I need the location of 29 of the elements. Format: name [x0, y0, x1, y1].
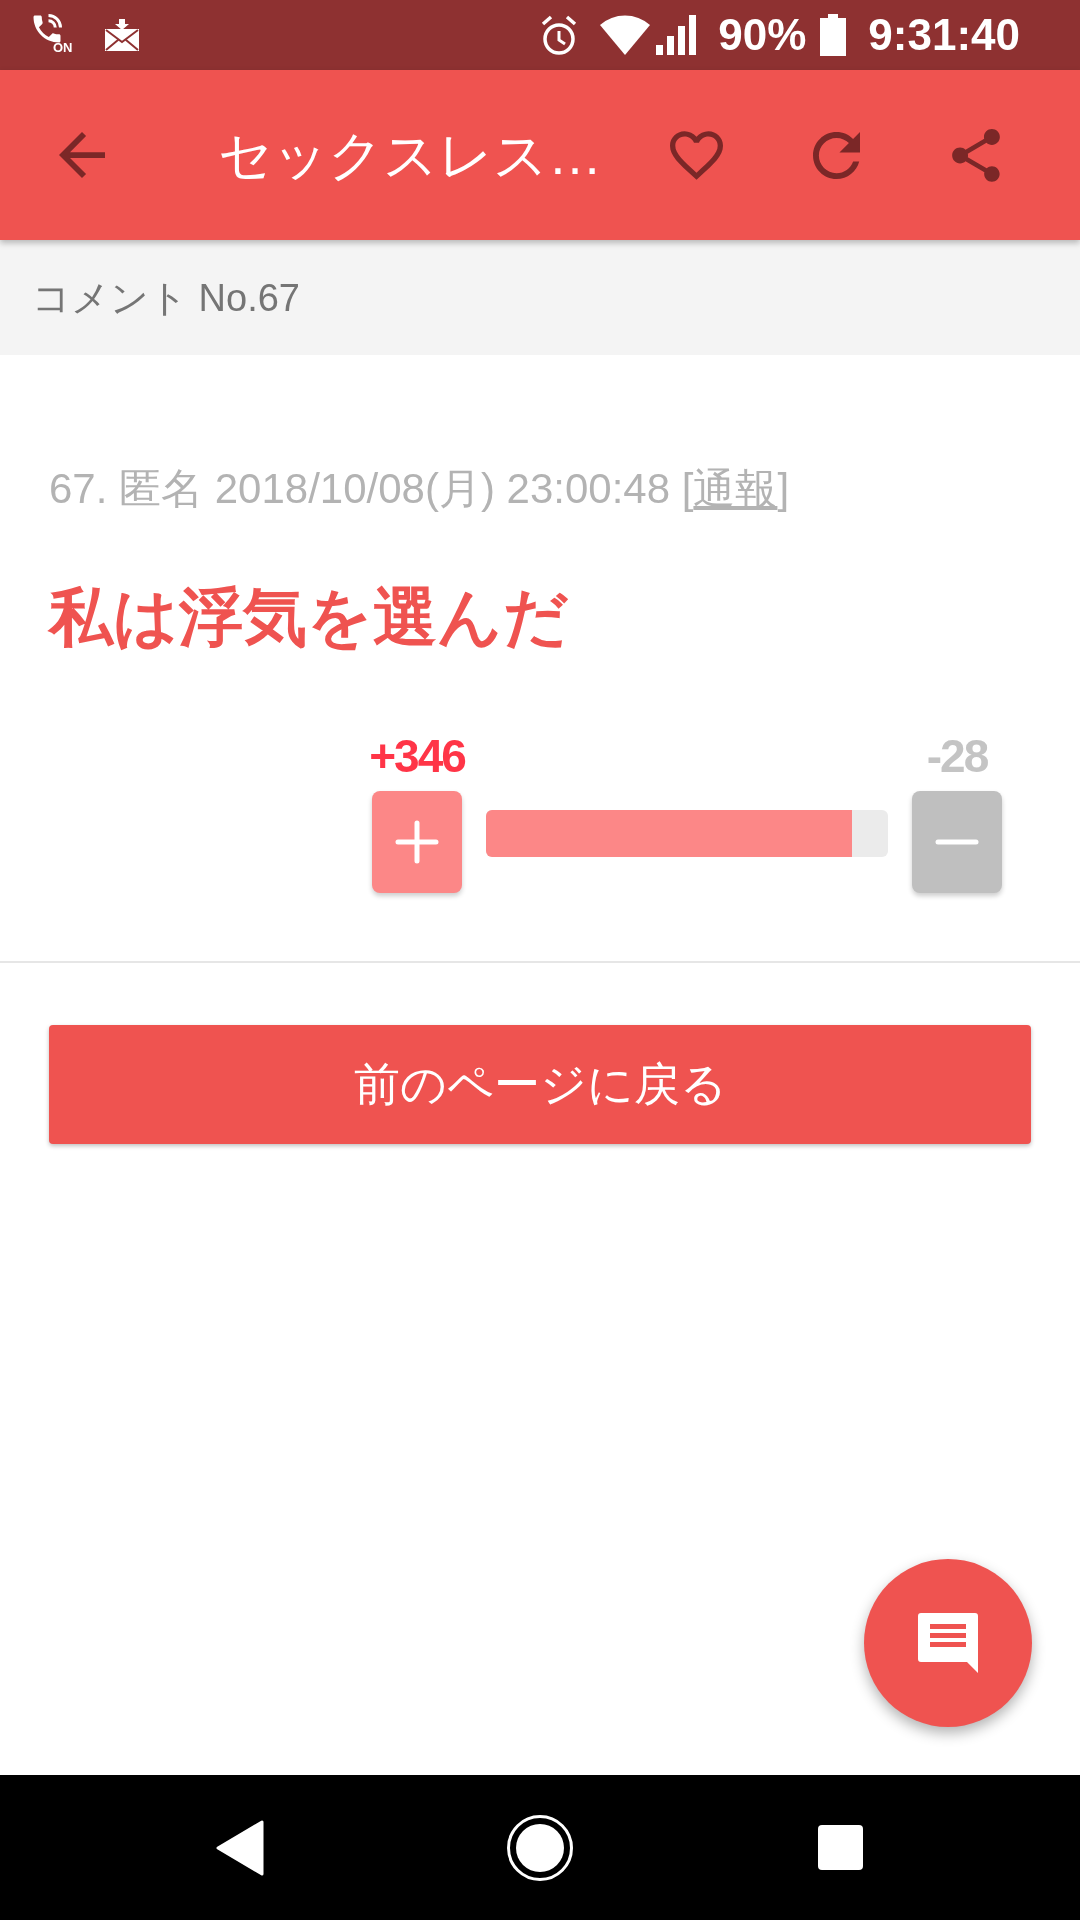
wifi-calling-icon — [32, 14, 62, 44]
minus-vote-button[interactable] — [912, 791, 1002, 893]
back-arrow-icon[interactable] — [59, 132, 105, 178]
minus-vote-count: -28 — [926, 733, 988, 779]
signal-icon — [656, 15, 697, 55]
alarm-icon — [540, 14, 579, 56]
back-triangle-icon[interactable] — [216, 1819, 264, 1876]
mail-icon — [105, 19, 139, 51]
battery-icon — [820, 14, 847, 56]
wifi-calling-label: ON — [53, 41, 73, 54]
heart-icon[interactable] — [670, 130, 723, 180]
comment-icon — [918, 1613, 978, 1673]
battery-percent: 90% — [718, 13, 807, 57]
comment-meta: 67. 匿名 2018/10/08(月) 23:00:48 [通報] — [49, 464, 790, 514]
share-icon[interactable] — [952, 128, 1000, 182]
plus-vote-count: +346 — [369, 733, 465, 779]
comment-fab[interactable] — [864, 1559, 1032, 1727]
report-link[interactable]: 通報 — [693, 465, 778, 512]
minus-icon — [935, 839, 979, 845]
comment-body: 私は浮気を選んだ — [49, 580, 569, 655]
clock-time: 9:31:40 — [868, 13, 1020, 57]
plus-vote-button[interactable] — [372, 791, 462, 893]
section-title: コメント No.67 — [32, 278, 300, 317]
wifi-icon — [600, 15, 651, 55]
plus-icon — [395, 820, 439, 864]
app-bar-title: セックスレス… — [218, 128, 602, 182]
back-to-previous-page-button[interactable]: 前のページに戻る — [49, 1025, 1031, 1144]
refresh-icon[interactable] — [813, 131, 860, 179]
home-circle-icon[interactable] — [507, 1814, 573, 1881]
